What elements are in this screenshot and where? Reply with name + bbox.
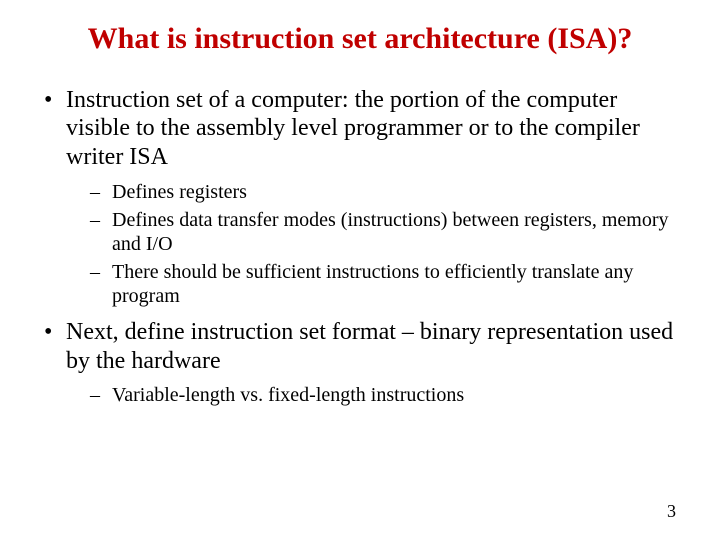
- sub-bullet-item: Defines registers: [66, 180, 680, 204]
- sub-bullet-item: There should be sufficient instructions …: [66, 260, 680, 308]
- bullet-item: Instruction set of a computer: the porti…: [40, 86, 680, 308]
- slide-title: What is instruction set architecture (IS…: [40, 20, 680, 58]
- main-bullet-list: Instruction set of a computer: the porti…: [40, 86, 680, 408]
- sub-bullet-list: Variable-length vs. fixed-length instruc…: [66, 383, 680, 407]
- bullet-text: Next, define instruction set format – bi…: [66, 319, 673, 374]
- bullet-item: Next, define instruction set format – bi…: [40, 318, 680, 408]
- bullet-text: Instruction set of a computer: the porti…: [66, 87, 640, 171]
- sub-bullet-item: Defines data transfer modes (instruction…: [66, 208, 680, 256]
- sub-bullet-list: Defines registers Defines data transfer …: [66, 180, 680, 308]
- sub-bullet-item: Variable-length vs. fixed-length instruc…: [66, 383, 680, 407]
- page-number: 3: [667, 501, 676, 522]
